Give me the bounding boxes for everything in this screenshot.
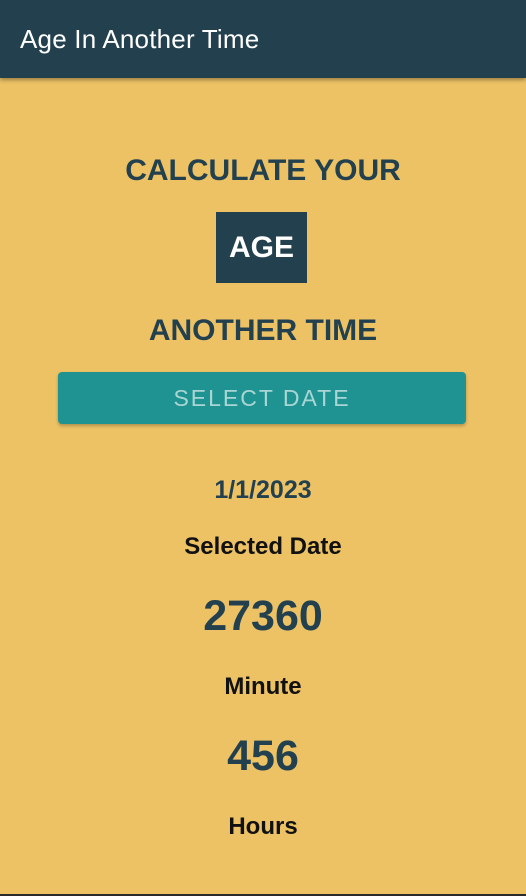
hours-label: Hours — [228, 813, 298, 840]
minutes-value: 27360 — [203, 592, 323, 640]
minutes-label: Minute — [224, 673, 302, 700]
select-date-button[interactable]: SELECT DATE — [58, 372, 466, 424]
app-bar: Age In Another Time — [0, 0, 526, 78]
selected-date-value: 1/1/2023 — [214, 476, 312, 504]
hours-value: 456 — [227, 732, 299, 780]
age-badge: AGE — [216, 212, 307, 283]
app-title: Age In Another Time — [20, 24, 260, 54]
selected-date-label: Selected Date — [184, 533, 342, 560]
headline-calculate-your: CALCULATE YOUR — [125, 154, 401, 187]
headline-another-time: ANOTHER TIME — [148, 314, 378, 347]
